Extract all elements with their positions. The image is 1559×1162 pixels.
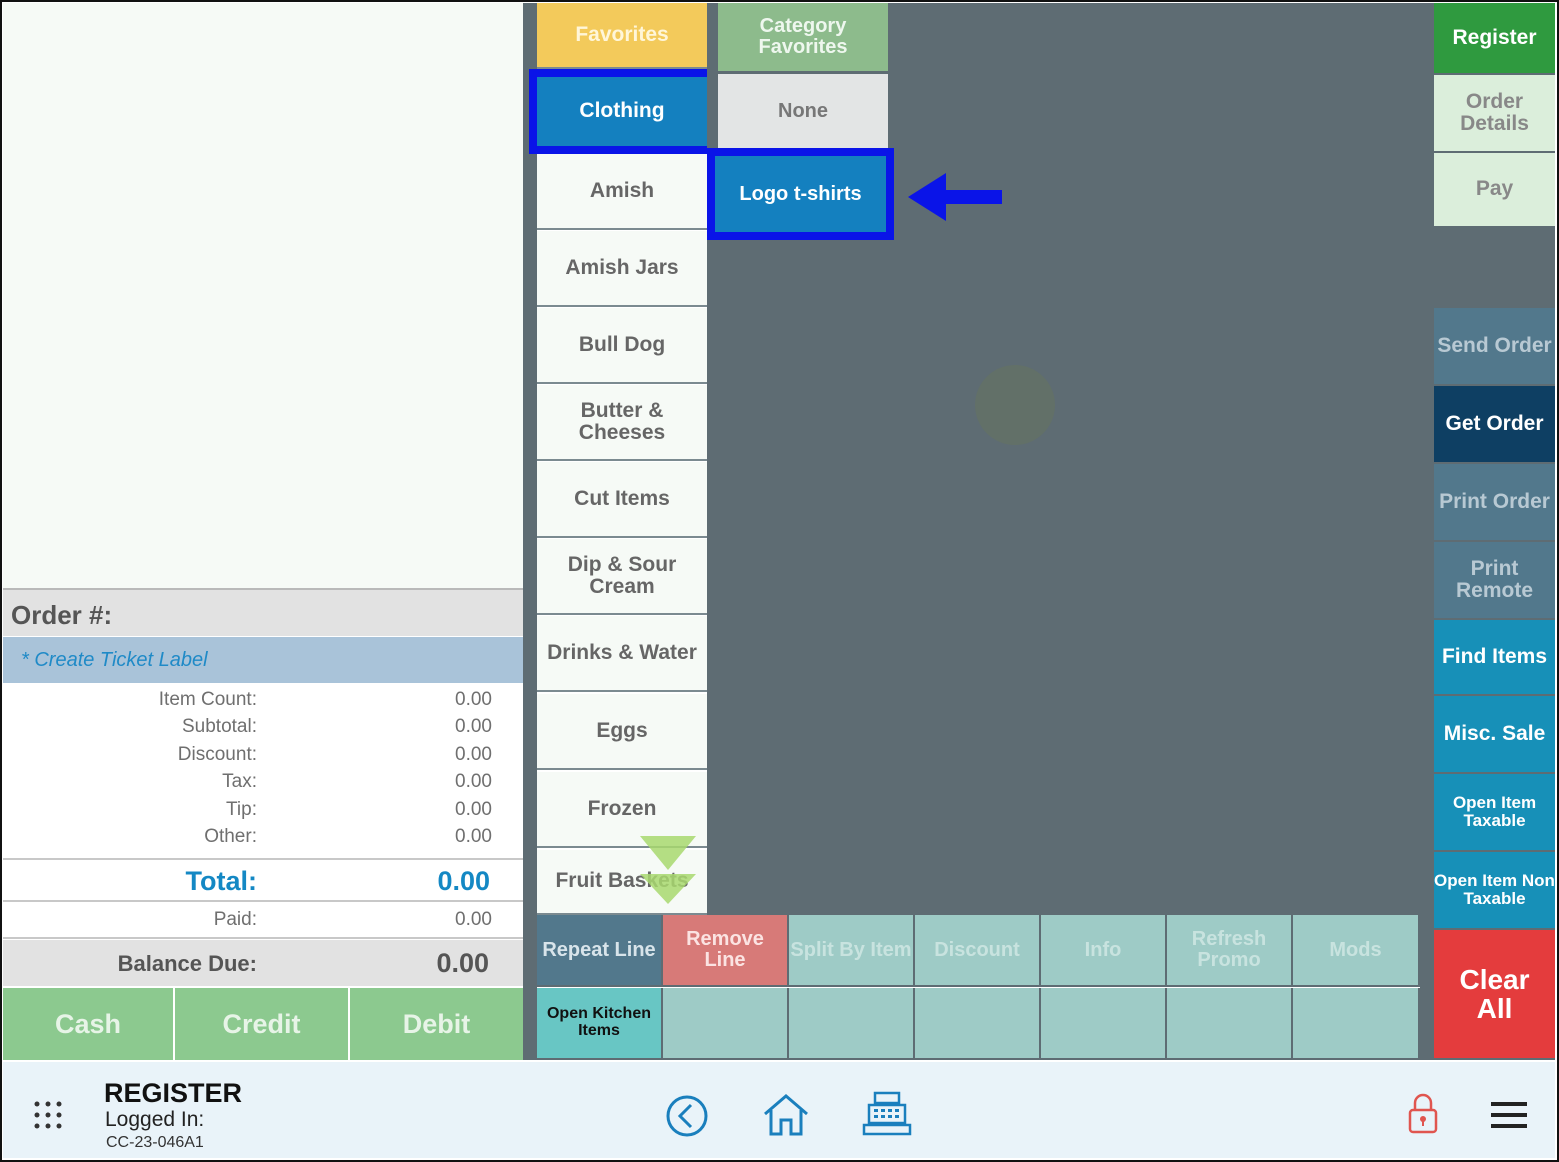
split-by-item-button[interactable]: Split By Item (789, 915, 915, 987)
mods-button[interactable]: Mods (1293, 915, 1420, 987)
category-drinks-water[interactable]: Drinks & Water (537, 616, 707, 692)
clear-all-button[interactable]: Clear All (1434, 930, 1555, 1060)
summary-label: Discount: (177, 744, 257, 765)
paid-value: 0.00 (455, 909, 492, 930)
open-item-taxable-button[interactable]: Open Item Taxable (1434, 774, 1555, 852)
summary-value: 0.00 (455, 744, 492, 765)
info-button[interactable]: Info (1041, 915, 1167, 987)
summary-value: 0.00 (455, 799, 492, 820)
empty-action-slot (1167, 988, 1293, 1060)
category-eggs[interactable]: Eggs (537, 694, 707, 770)
action-row-spacer (1420, 915, 1434, 1060)
get-order-button[interactable]: Get Order (1434, 386, 1555, 464)
create-ticket-label-link[interactable]: * Create Ticket Label (3, 637, 523, 683)
category-cut-items[interactable]: Cut Items (537, 462, 707, 538)
summary-value: 0.00 (455, 689, 492, 710)
open-item-non-taxable-button[interactable]: Open Item Non Taxable (1434, 852, 1555, 930)
subcategory-none[interactable]: None (718, 74, 888, 148)
summary-discount: Discount: 0.00 (3, 742, 523, 769)
open-kitchen-items-button[interactable]: Open Kitchen Items (537, 988, 663, 1060)
empty-action-slot (1293, 988, 1420, 1060)
discount-button[interactable]: Discount (915, 915, 1041, 987)
loading-indicator (975, 365, 1055, 445)
lock-icon[interactable] (1407, 1092, 1439, 1136)
summary-value: 0.00 (455, 771, 492, 792)
empty-action-slot (789, 988, 915, 1060)
order-summary: Item Count: 0.00 Subtotal: 0.00 Discount… (3, 684, 523, 858)
register-button[interactable]: Register (1434, 3, 1555, 75)
right-column-gap (1434, 228, 1555, 308)
panel-separator (523, 3, 537, 1060)
empty-action-slot (663, 988, 789, 1060)
refresh-promo-button[interactable]: Refresh Promo (1167, 915, 1293, 987)
subcategory-logo-tshirts[interactable]: Logo t-shirts (707, 148, 894, 240)
send-order-button[interactable]: Send Order (1434, 308, 1555, 386)
category-favorites[interactable]: Favorites (537, 3, 707, 69)
balance-due-row: Balance Due: 0.00 (3, 940, 523, 986)
total-row: Total: 0.00 (3, 858, 523, 902)
category-amish-jars[interactable]: Amish Jars (537, 231, 707, 307)
summary-label: Subtotal: (182, 716, 257, 737)
misc-sale-button[interactable]: Misc. Sale (1434, 696, 1555, 774)
summary-label: Other: (204, 826, 257, 847)
balance-due-label: Balance Due: (117, 951, 257, 976)
summary-label: Item Count: (158, 689, 257, 710)
debit-button[interactable]: Debit (350, 988, 523, 1060)
paid-label: Paid: (213, 909, 257, 930)
cash-register-icon[interactable] (861, 1090, 913, 1138)
balance-due-value: 0.00 (436, 948, 489, 978)
empty-action-slot (915, 988, 1041, 1060)
summary-other: Other: 0.00 (3, 824, 523, 851)
remove-line-button[interactable]: Remove Line (663, 915, 789, 987)
paid-row: Paid: 0.00 (3, 903, 523, 939)
summary-value: 0.00 (455, 716, 492, 737)
category-amish[interactable]: Amish (537, 154, 707, 230)
credit-button[interactable]: Credit (175, 988, 348, 1060)
menu-icon[interactable] (1489, 1100, 1529, 1130)
summary-item-count: Item Count: 0.00 (3, 687, 523, 714)
summary-tip: Tip: 0.00 (3, 797, 523, 824)
home-icon[interactable] (761, 1092, 811, 1138)
print-remote-button[interactable]: Print Remote (1434, 542, 1555, 620)
category-bull-dog[interactable]: Bull Dog (537, 308, 707, 384)
summary-value: 0.00 (455, 826, 492, 847)
category-clothing[interactable]: Clothing (529, 69, 715, 154)
back-icon[interactable] (665, 1094, 709, 1138)
total-label: Total: (185, 866, 257, 896)
summary-subtotal: Subtotal: 0.00 (3, 714, 523, 741)
subcategory-category-favorites[interactable]: Category Favorites (718, 3, 888, 71)
scroll-down-icon[interactable] (638, 834, 698, 906)
pointer-arrow-icon (908, 173, 1002, 221)
summary-tax: Tax: 0.00 (3, 769, 523, 796)
find-items-button[interactable]: Find Items (1434, 620, 1555, 696)
logged-in-label: Logged In: (105, 1108, 205, 1131)
category-dip-sour-cream[interactable]: Dip & Sour Cream (537, 539, 707, 615)
print-order-button[interactable]: Print Order (1434, 464, 1555, 542)
empty-action-slot (1041, 988, 1167, 1060)
summary-label: Tax: (222, 771, 257, 792)
footer-title: REGISTER (104, 1078, 243, 1108)
footer-bar: REGISTER Logged In: CC-23-046A1 (3, 1062, 1555, 1158)
summary-label: Tip: (226, 799, 257, 820)
pay-button[interactable]: Pay (1434, 153, 1555, 228)
total-value: 0.00 (437, 866, 490, 896)
cash-button[interactable]: Cash (3, 988, 173, 1060)
order-number-header: Order #: (3, 588, 523, 636)
order-line-list[interactable] (3, 3, 523, 588)
order-details-button[interactable]: Order Details (1434, 75, 1555, 153)
category-butter-cheeses[interactable]: Butter & Cheeses (537, 385, 707, 461)
app-grid-icon[interactable] (33, 1100, 63, 1130)
device-id: CC-23-046A1 (106, 1134, 204, 1151)
repeat-line-button[interactable]: Repeat Line (537, 915, 663, 987)
